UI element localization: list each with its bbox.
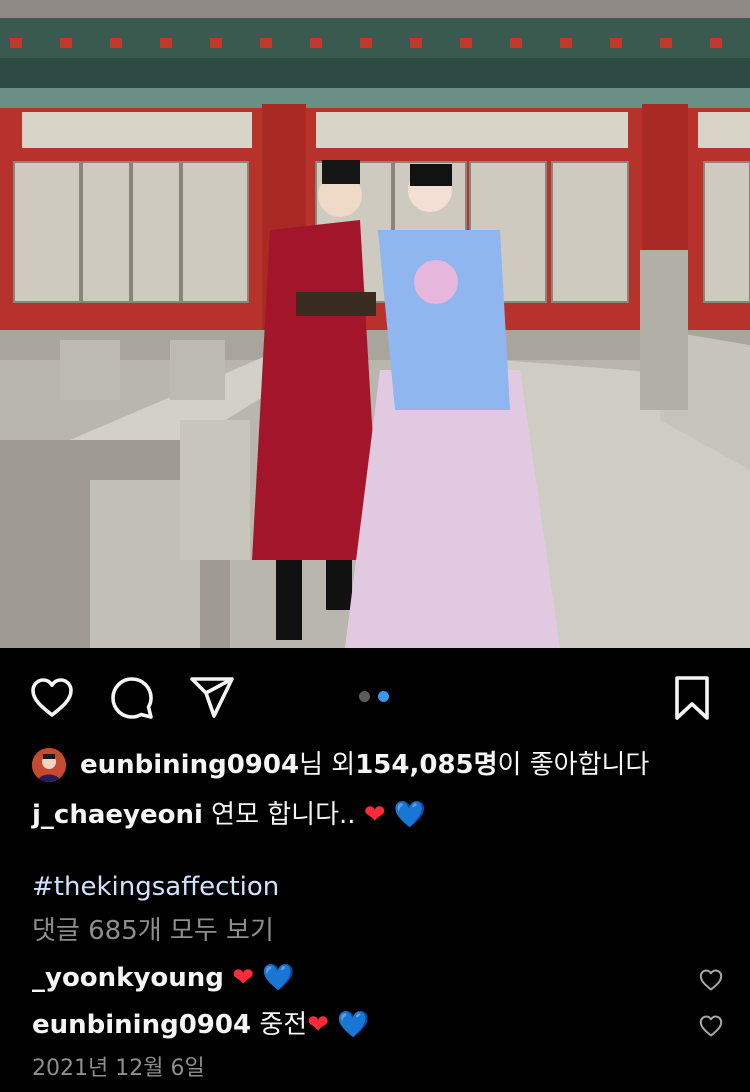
caption-username[interactable]: j_chaeyeoni: [32, 800, 203, 830]
blue-heart-emoji: 💙: [262, 963, 295, 993]
post-date: 2021년 12월 6일: [32, 1056, 205, 1081]
red-heart-emoji: ❤: [232, 963, 254, 993]
heart-icon: [699, 969, 723, 991]
carousel-dot: [359, 691, 370, 702]
caption-text: 연모 합니다..: [202, 800, 356, 830]
liker-username[interactable]: eunbining0904: [80, 748, 299, 782]
post-photo-illustration: [0, 0, 750, 648]
red-heart-emoji: ❤: [363, 800, 386, 830]
red-heart-emoji: ❤: [307, 1010, 329, 1040]
carousel-indicator: [359, 691, 389, 703]
carousel-dot-active: [378, 691, 389, 702]
likes-count[interactable]: 154,085명: [355, 748, 497, 782]
send-paper-plane-icon: [190, 677, 234, 718]
caption-hashtag[interactable]: #thekingsaffection: [32, 870, 279, 904]
user-avatar-image: [32, 748, 66, 782]
bookmark-icon: [675, 676, 709, 720]
comment-username[interactable]: _yoonkyoung: [32, 963, 224, 993]
likes-text-part-1: 님 외: [299, 750, 356, 780]
avatar[interactable]: [32, 748, 66, 782]
comment-button[interactable]: [108, 674, 156, 722]
caption: j_chaeyeoni 연모 합니다.. ❤ 💙: [32, 798, 426, 832]
comment-text: 중전: [251, 1010, 308, 1040]
comment-username[interactable]: eunbining0904: [32, 1010, 251, 1040]
heart-icon: [31, 678, 73, 717]
comment-item: eunbining0904 중전❤ 💙: [32, 1008, 370, 1042]
comment-item: _yoonkyoung ❤ 💙: [32, 961, 295, 995]
comment-bubble-icon: [111, 677, 153, 719]
post-photo[interactable]: [0, 0, 750, 648]
instagram-post: eunbining0904 님 외 154,085명 이 좋아합니다 j_chaey…: [0, 0, 750, 1092]
comment-like-button[interactable]: [698, 967, 724, 993]
blue-heart-emoji: 💙: [393, 800, 427, 830]
heart-icon: [699, 1015, 723, 1037]
save-button[interactable]: [668, 674, 716, 722]
blue-heart-emoji: 💙: [337, 1010, 370, 1040]
comment-like-button[interactable]: [698, 1013, 724, 1039]
likes-text-part-2: 이 좋아합니다: [497, 750, 650, 780]
likes-summary[interactable]: eunbining0904 님 외 154,085명 이 좋아합니다: [32, 748, 649, 782]
post-action-bar: [0, 660, 750, 732]
view-all-comments-link[interactable]: 댓글 685개 모두 보기: [32, 914, 274, 948]
like-button[interactable]: [28, 674, 76, 722]
share-button[interactable]: [188, 674, 236, 722]
